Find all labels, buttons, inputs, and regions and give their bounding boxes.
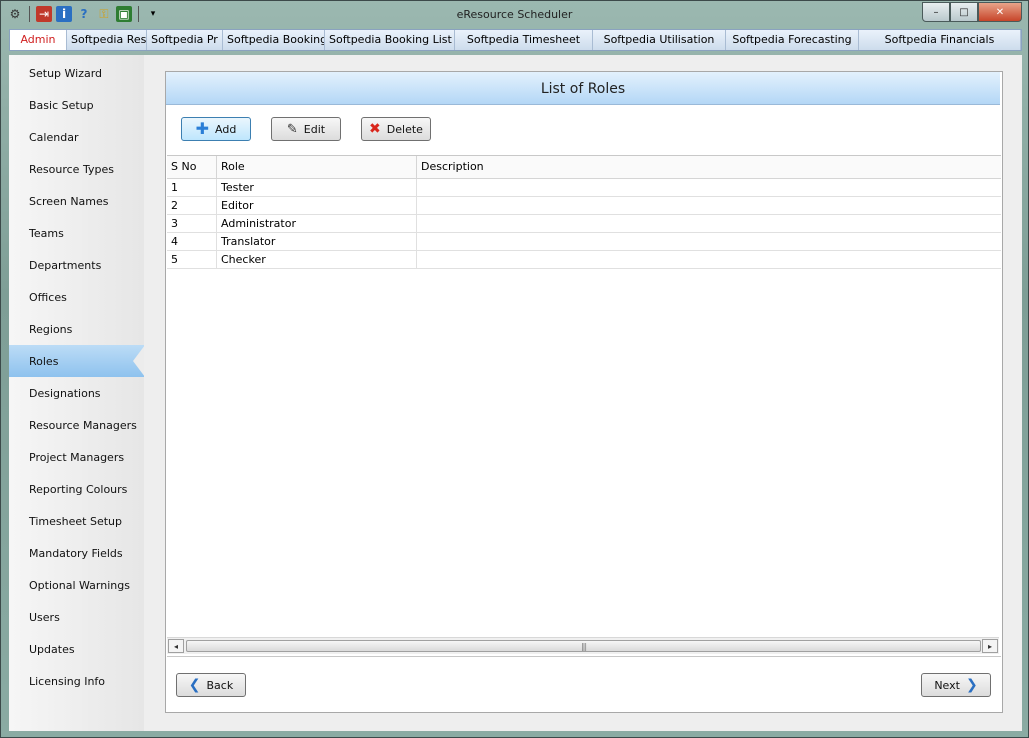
tab-softpedia-financials[interactable]: Softpedia Financials xyxy=(859,30,1021,50)
add-button-label: Add xyxy=(215,122,237,136)
scroll-right-icon[interactable]: ▸ xyxy=(982,639,998,653)
table-header: S No Role Description xyxy=(167,156,1001,179)
window-controls: – □ ✕ xyxy=(922,2,1022,22)
sidebar-item-optional-warnings[interactable]: Optional Warnings xyxy=(29,579,130,592)
tab-softpedia-resources[interactable]: Softpedia Reso xyxy=(67,30,147,50)
delete-button-label: Delete xyxy=(386,122,423,136)
maximize-button[interactable]: □ xyxy=(950,2,978,22)
column-header-role[interactable]: Role xyxy=(217,156,417,178)
main-tab-bar: Admin Softpedia Reso Softpedia Pr Softpe… xyxy=(9,29,1022,51)
cell-role: Editor xyxy=(217,197,417,214)
sidebar-item-setup-wizard[interactable]: Setup Wizard xyxy=(29,67,102,80)
sidebar-item-teams[interactable]: Teams xyxy=(29,227,64,240)
tab-softpedia-booking[interactable]: Softpedia Booking xyxy=(223,30,325,50)
tab-softpedia-projects[interactable]: Softpedia Pr xyxy=(147,30,223,50)
tab-softpedia-timesheet[interactable]: Softpedia Timesheet xyxy=(455,30,593,50)
sidebar-item-roles[interactable]: Roles xyxy=(29,355,58,368)
tab-softpedia-booking-list[interactable]: Softpedia Booking List xyxy=(325,30,455,50)
cell-sno: 3 xyxy=(167,215,217,232)
sidebar-item-departments[interactable]: Departments xyxy=(29,259,101,272)
cell-sno: 4 xyxy=(167,233,217,250)
scrollbar-thumb[interactable]: ||| xyxy=(186,640,981,652)
delete-x-icon: ✖ xyxy=(369,121,381,137)
sidebar-item-calendar[interactable]: Calendar xyxy=(29,131,78,144)
sidebar-item-screen-names[interactable]: Screen Names xyxy=(29,195,109,208)
cell-role: Translator xyxy=(217,233,417,250)
sidebar-item-project-managers[interactable]: Project Managers xyxy=(29,451,124,464)
back-button-label: Back xyxy=(206,678,234,692)
main-content: List of Roles ✚ Add ✎ Edit ✖ Delete S No… xyxy=(144,55,1022,731)
edit-button-label: Edit xyxy=(303,122,326,136)
cell-sno: 1 xyxy=(167,179,217,196)
scroll-grip-icon: ||| xyxy=(580,641,587,651)
sidebar-item-resource-types[interactable]: Resource Types xyxy=(29,163,114,176)
add-button[interactable]: ✚ Add xyxy=(181,117,251,141)
roles-table: S No Role Description 1 Tester 2 Editor … xyxy=(167,155,1001,657)
horizontal-scrollbar[interactable]: ◂ ||| ▸ xyxy=(167,637,999,654)
plus-icon: ✚ xyxy=(195,119,210,138)
cell-sno: 5 xyxy=(167,251,217,268)
table-row[interactable]: 3 Administrator xyxy=(167,215,1001,233)
back-button[interactable]: ❮ Back xyxy=(176,673,246,697)
table-row[interactable]: 5 Checker xyxy=(167,251,1001,269)
sidebar-item-resource-managers[interactable]: Resource Managers xyxy=(29,419,137,432)
chevron-right-icon: ❯ xyxy=(965,677,978,693)
sidebar-item-offices[interactable]: Offices xyxy=(29,291,67,304)
admin-sidebar: Setup Wizard Basic Setup Calendar Resour… xyxy=(9,55,145,731)
column-header-sno[interactable]: S No xyxy=(167,156,217,178)
app-window: ⚙ ⇥ i ? ⚿ ▣ ▾ eResource Scheduler – □ ✕ … xyxy=(0,0,1029,738)
sidebar-item-basic-setup[interactable]: Basic Setup xyxy=(29,99,94,112)
cell-role: Checker xyxy=(217,251,417,268)
chevron-left-icon: ❮ xyxy=(188,677,201,693)
cell-role: Administrator xyxy=(217,215,417,232)
cell-role: Tester xyxy=(217,179,417,196)
close-button[interactable]: ✕ xyxy=(978,2,1022,22)
table-row[interactable]: 1 Tester xyxy=(167,179,1001,197)
sidebar-item-mandatory-fields[interactable]: Mandatory Fields xyxy=(29,547,123,560)
next-button[interactable]: Next ❯ xyxy=(921,673,991,697)
table-row[interactable]: 2 Editor xyxy=(167,197,1001,215)
tab-admin[interactable]: Admin xyxy=(10,30,67,50)
sidebar-item-timesheet-setup[interactable]: Timesheet Setup xyxy=(29,515,122,528)
table-row[interactable]: 4 Translator xyxy=(167,233,1001,251)
window-title: eResource Scheduler xyxy=(456,8,573,21)
scroll-left-icon[interactable]: ◂ xyxy=(168,639,184,653)
cell-description xyxy=(417,179,1001,196)
cell-description xyxy=(417,215,1001,232)
sidebar-item-users[interactable]: Users xyxy=(29,611,60,624)
minimize-button[interactable]: – xyxy=(922,2,950,22)
sidebar-item-designations[interactable]: Designations xyxy=(29,387,101,400)
roles-panel: List of Roles ✚ Add ✎ Edit ✖ Delete S No… xyxy=(165,71,1003,713)
pencil-icon: ✎ xyxy=(286,121,298,137)
column-header-description[interactable]: Description xyxy=(417,156,1001,178)
next-button-label: Next xyxy=(934,678,960,692)
delete-button[interactable]: ✖ Delete xyxy=(361,117,431,141)
page-title: List of Roles xyxy=(166,72,1000,105)
sidebar-item-regions[interactable]: Regions xyxy=(29,323,72,336)
edit-button[interactable]: ✎ Edit xyxy=(271,117,341,141)
cell-description xyxy=(417,197,1001,214)
cell-description xyxy=(417,233,1001,250)
tab-softpedia-utilisation[interactable]: Softpedia Utilisation xyxy=(593,30,726,50)
cell-sno: 2 xyxy=(167,197,217,214)
sidebar-item-reporting-colours[interactable]: Reporting Colours xyxy=(29,483,127,496)
sidebar-item-licensing-info[interactable]: Licensing Info xyxy=(29,675,105,688)
tab-softpedia-forecasting[interactable]: Softpedia Forecasting xyxy=(726,30,859,50)
title-bar: ⚙ ⇥ i ? ⚿ ▣ ▾ eResource Scheduler – □ ✕ xyxy=(1,1,1028,28)
cell-description xyxy=(417,251,1001,268)
sidebar-item-updates[interactable]: Updates xyxy=(29,643,75,656)
